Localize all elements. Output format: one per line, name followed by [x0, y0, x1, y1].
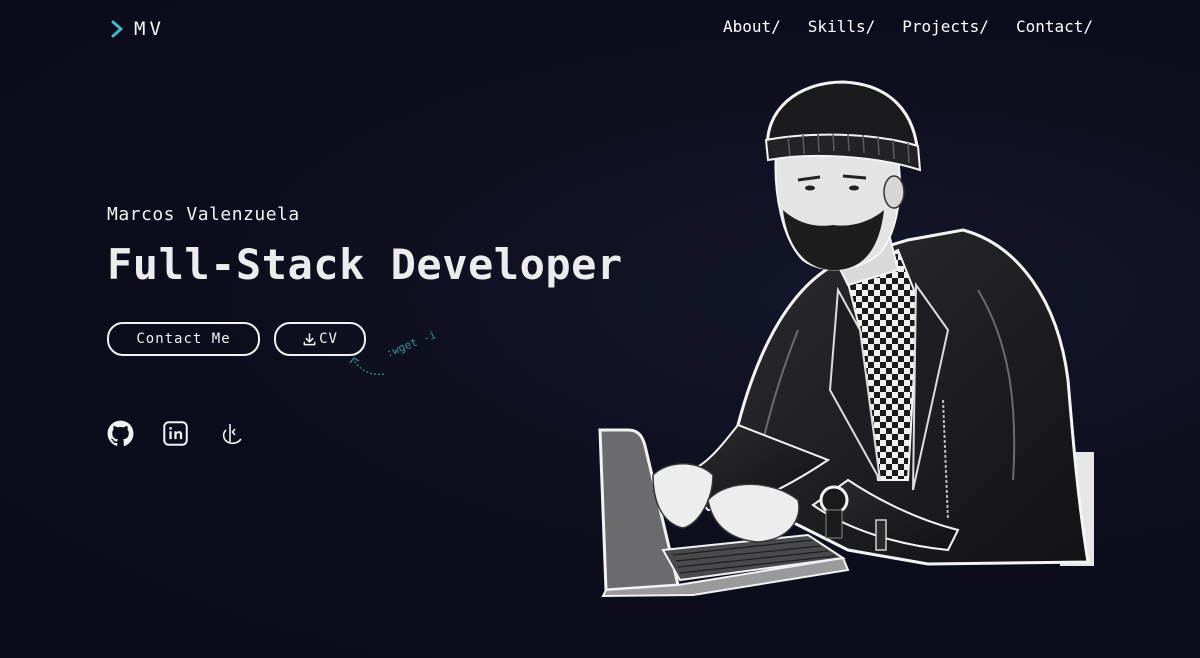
nav-link-about[interactable]: About/: [723, 17, 781, 36]
contact-me-button[interactable]: Contact Me: [107, 322, 260, 356]
main-nav: About/ Skills/ Projects/ Contact/: [723, 17, 1093, 36]
developer-portrait-illustration: [598, 80, 1094, 598]
linkedin-icon[interactable]: [162, 420, 189, 447]
chevron-right-icon: [111, 20, 123, 38]
curved-arrow-icon: [349, 357, 385, 375]
hero-title: Full-Stack Developer: [107, 240, 623, 289]
hero-name: Marcos Valenzuela: [107, 204, 300, 225]
download-icon: [303, 332, 316, 345]
github-icon[interactable]: [107, 420, 134, 447]
nav-link-skills[interactable]: Skills/: [808, 17, 875, 36]
site-logo[interactable]: MV: [110, 18, 165, 40]
nav-link-contact[interactable]: Contact/: [1016, 17, 1093, 36]
social-links: [107, 420, 244, 447]
cv-button-label: CV: [319, 331, 338, 347]
portfolio-page: MV About/ Skills/ Projects/ Contact/ Mar…: [0, 0, 1200, 658]
kaggle-icon[interactable]: [217, 420, 244, 447]
logo-text: MV: [134, 18, 165, 40]
nav-link-projects[interactable]: Projects/: [902, 17, 989, 36]
